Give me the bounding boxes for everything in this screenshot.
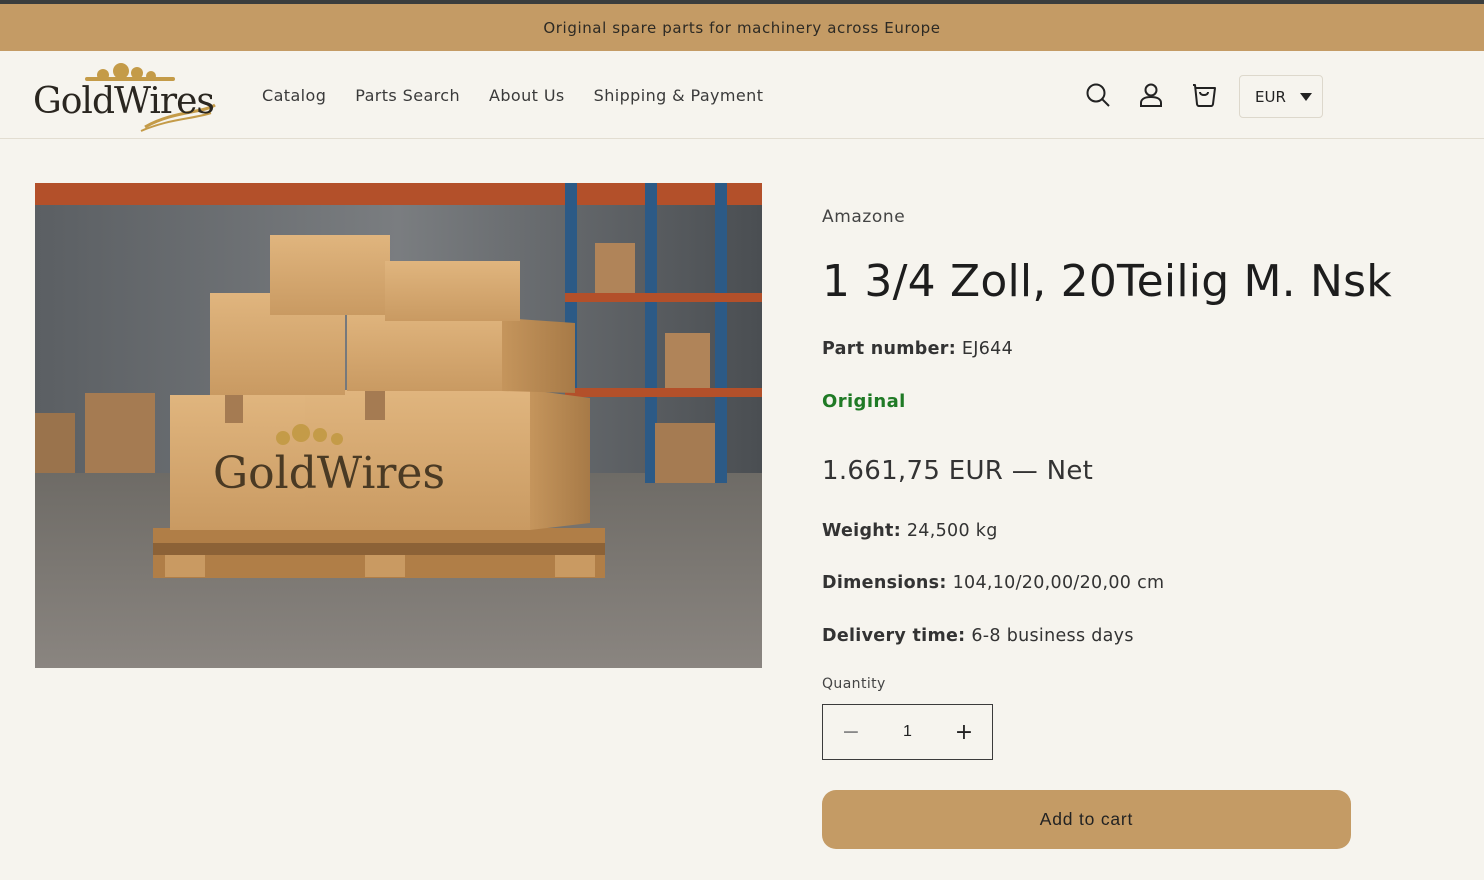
nav-catalog[interactable]: Catalog: [262, 86, 326, 105]
announcement-bar: Original spare parts for machinery acros…: [0, 4, 1484, 51]
add-to-cart-button[interactable]: Add to cart: [822, 790, 1351, 849]
nav-parts-search[interactable]: Parts Search: [355, 86, 460, 105]
nav-about-us[interactable]: About Us: [489, 86, 565, 105]
box-logo-text: GoldWires: [213, 448, 445, 499]
logo-text: GoldWires: [33, 81, 215, 122]
product-price: 1.661,75 EUR — Net: [822, 456, 1094, 486]
delivery-value: 6-8 business days: [971, 626, 1134, 646]
quantity-increase-button[interactable]: +: [936, 705, 992, 759]
weight-label: Weight:: [822, 521, 901, 541]
currency-value: EUR: [1255, 87, 1286, 106]
chevron-down-icon: [1300, 93, 1312, 101]
dimensions-value: 104,10/20,00/20,00 cm: [952, 573, 1165, 593]
cart-icon: [1193, 84, 1216, 107]
site-logo[interactable]: GoldWires: [33, 61, 218, 133]
part-number-row: Part number: EJ644: [822, 339, 1013, 359]
product-title: 1 3/4 Zoll, 20Teilig M. Nsk: [822, 256, 1392, 307]
search-button[interactable]: [1083, 80, 1113, 110]
site-header: GoldWires Catalog Parts Search About Us …: [0, 51, 1484, 139]
delivery-row: Delivery time: 6-8 business days: [822, 626, 1134, 646]
weight-value: 24,500 kg: [906, 521, 998, 541]
account-icon: [1140, 83, 1162, 107]
product-image[interactable]: GoldWires: [35, 183, 762, 668]
part-number-label: Part number:: [822, 339, 957, 359]
quantity-input[interactable]: [879, 705, 936, 759]
currency-selector[interactable]: EUR: [1239, 75, 1323, 118]
account-button[interactable]: [1136, 80, 1166, 110]
product-vendor: Amazone: [822, 207, 906, 227]
quantity-stepper: − +: [822, 704, 993, 760]
condition-badge: Original: [822, 391, 906, 412]
dimensions-label: Dimensions:: [822, 573, 947, 593]
product-photo: GoldWires: [35, 183, 762, 668]
announcement-text: Original spare parts for machinery acros…: [543, 18, 941, 37]
part-number-value: EJ644: [961, 339, 1014, 359]
weight-row: Weight: 24,500 kg: [822, 521, 998, 541]
dimensions-row: Dimensions: 104,10/20,00/20,00 cm: [822, 573, 1164, 593]
main-nav: Catalog Parts Search About Us Shipping &…: [262, 51, 763, 139]
delivery-label: Delivery time:: [822, 626, 966, 646]
quantity-label: Quantity: [822, 676, 886, 692]
quantity-decrease-button[interactable]: −: [823, 705, 879, 759]
cart-button[interactable]: [1189, 80, 1219, 110]
nav-shipping-payment[interactable]: Shipping & Payment: [594, 86, 764, 105]
search-icon: [1086, 83, 1110, 107]
